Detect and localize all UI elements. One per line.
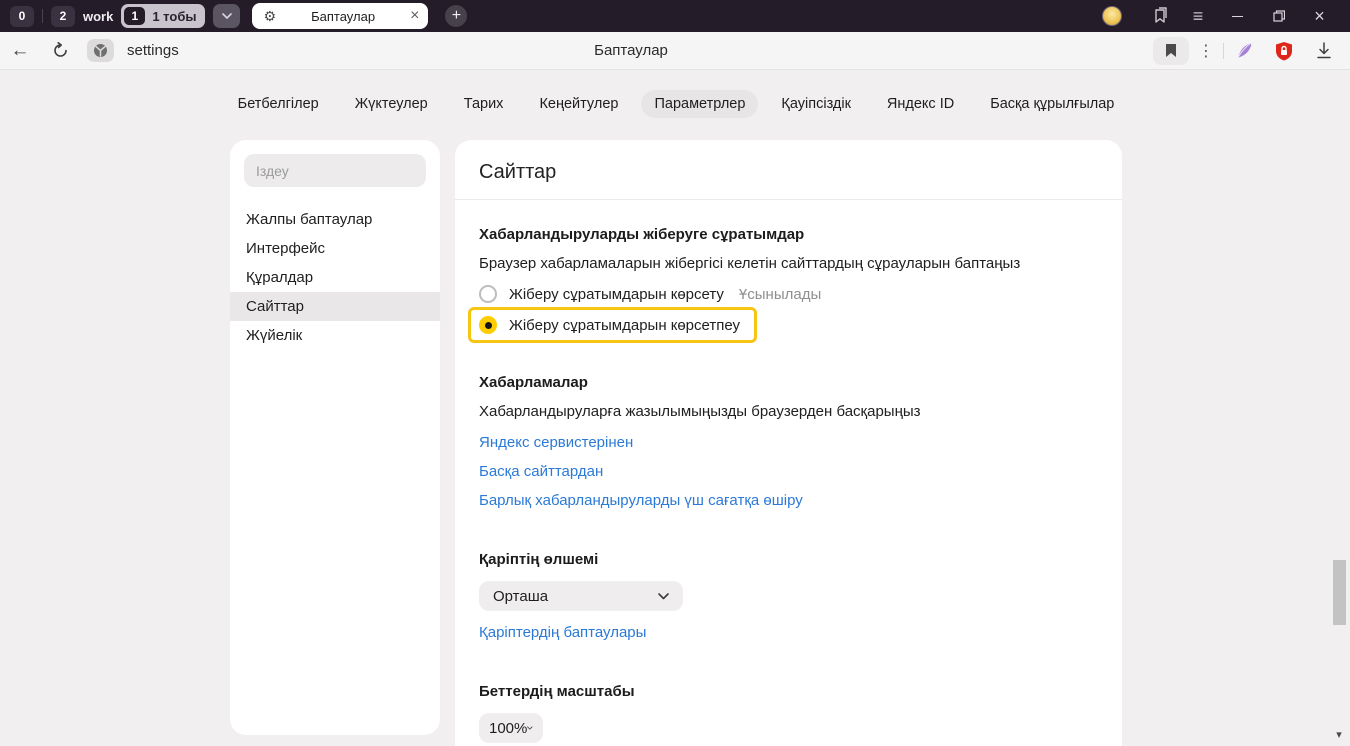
tab-downloads[interactable]: Жүктеулер [342,90,441,118]
window-restore-button[interactable] [1258,0,1299,32]
browser-menu-icon[interactable]: ≡ [1179,6,1217,27]
recommended-badge: Ұсынылады [739,286,821,303]
tab-group-work-label[interactable]: work [83,9,113,24]
page-title: Сайттар [455,140,1122,199]
sidebar-item-sites[interactable]: Сайттар [230,292,440,321]
chevron-down-icon [222,13,232,19]
notifications-description: Хабарландыруларға жазылымыңызды браузерд… [479,403,1098,420]
tab-settings[interactable]: Параметрлер [641,90,758,118]
bookmark-icon [1165,43,1177,58]
scrollbar-thumb[interactable] [1333,560,1346,625]
refresh-button[interactable] [40,42,80,59]
font-size-heading: Қаріптің өлшемі [479,551,1098,568]
back-button[interactable]: ← [0,40,40,62]
font-size-dropdown[interactable]: Орташа [479,581,683,611]
scroll-down-arrow[interactable]: ▾ [1331,728,1347,741]
profile-avatar[interactable] [1102,6,1122,26]
tab-strip: 0 2 work 1 1 тобы ⚙ Баптаулар × + [0,0,1350,32]
browser-window: 0 2 work 1 1 тобы ⚙ Баптаулар × + [0,0,1350,746]
sidebar-item-general[interactable]: Жалпы баптаулар [230,205,440,234]
page-zoom-value: 100% [489,720,527,737]
tab-extensions[interactable]: Кеңейтулер [526,90,631,118]
refresh-icon [52,42,69,59]
yandex-pen-extension-icon[interactable] [1224,41,1264,61]
tab-other-devices[interactable]: Басқа құрылғылар [977,90,1127,118]
tab-group-zero[interactable]: 0 [10,6,34,27]
chevron-down-icon [527,725,533,731]
notification-requests-heading: Хабарландыруларды жіберуге сұратымдар [479,226,1098,243]
link-mute-all-notifications[interactable]: Барлық хабарландыруларды үш сағатқа өшір… [479,492,1098,509]
radio-selected-icon[interactable] [479,316,497,334]
collections-bookmarks-icon[interactable] [1141,7,1179,25]
settings-nav-tabs: Бетбелгілер Жүктеулер Тарих Кеңейтулер П… [0,90,1350,118]
tab-bookmarks[interactable]: Бетбелгілер [225,90,332,118]
highlighted-radio-hide-requests[interactable]: Жіберу сұратымдарын көрсетпеу [468,307,757,343]
settings-sidebar: Жалпы баптаулар Интерфейс Құралдар Сайтт… [230,140,440,735]
font-size-value: Орташа [493,588,548,605]
settings-gear-icon: ⚙ [263,9,276,23]
divider [455,199,1122,200]
address-url[interactable]: settings [127,42,179,59]
minimize-icon [1232,16,1243,17]
tab-close-icon[interactable]: × [410,8,419,24]
tab-title: Баптаулар [276,9,410,24]
radio-unselected-icon[interactable] [479,285,497,303]
chevron-down-icon [658,593,669,600]
window-close-button[interactable]: × [1299,0,1340,32]
sidebar-item-system[interactable]: Жүйелік [230,321,440,350]
tab-group-work-count[interactable]: 2 [51,6,75,27]
notifications-heading: Хабарламалар [479,374,1098,391]
site-badge[interactable] [87,39,114,62]
tab-history[interactable]: Тарих [451,90,517,118]
sidebar-search [244,154,426,187]
omnibox-page-title: Баптаулар [594,42,668,59]
close-icon: × [1314,6,1325,27]
divider [42,9,43,23]
downloads-icon[interactable] [1304,42,1344,59]
sidebar-item-tools[interactable]: Құралдар [230,263,440,292]
new-tab-button[interactable]: + [445,5,467,27]
protect-shield-icon[interactable] [1264,41,1304,61]
omnibox-menu-icon[interactable]: ⋮ [1189,41,1223,61]
tab-group-active-label: 1 тобы [152,9,196,24]
sidebar-item-interface[interactable]: Интерфейс [230,234,440,263]
page-zoom-dropdown[interactable]: 100% [479,713,543,743]
browser-toolbar: ← settings Баптаулар ⋮ [0,32,1350,70]
page-zoom-heading: Беттердің масштабы [479,683,1098,700]
link-yandex-services[interactable]: Яндекс сервистерінен [479,434,1098,451]
yandex-browser-favicon [93,43,108,58]
settings-content: Сайттар Хабарландыруларды жіберуге сұрат… [455,140,1122,746]
window-minimize-button[interactable] [1217,0,1258,32]
tab-group-active-count: 1 [124,7,145,25]
tab-group-chevron-button[interactable] [213,4,240,28]
restore-icon [1273,10,1285,22]
link-font-settings[interactable]: Қаріптердің баптаулары [479,624,646,641]
active-browser-tab[interactable]: ⚙ Баптаулар × [252,3,428,29]
tab-group-active[interactable]: 1 1 тобы [121,4,205,28]
back-arrow-icon: ← [11,40,30,62]
notification-requests-description: Браузер хабарламаларын жібергісі келетін… [479,255,1098,272]
tab-yandex-id[interactable]: Яндекс ID [874,90,967,118]
link-other-sites[interactable]: Басқа сайттардан [479,463,1098,480]
tab-security[interactable]: Қауіпсіздік [768,90,864,118]
bookmark-button[interactable] [1153,37,1189,65]
search-input[interactable] [244,154,426,187]
radio-show-requests[interactable]: Жіберу сұратымдарын көрсету Ұсынылады [479,285,1098,303]
